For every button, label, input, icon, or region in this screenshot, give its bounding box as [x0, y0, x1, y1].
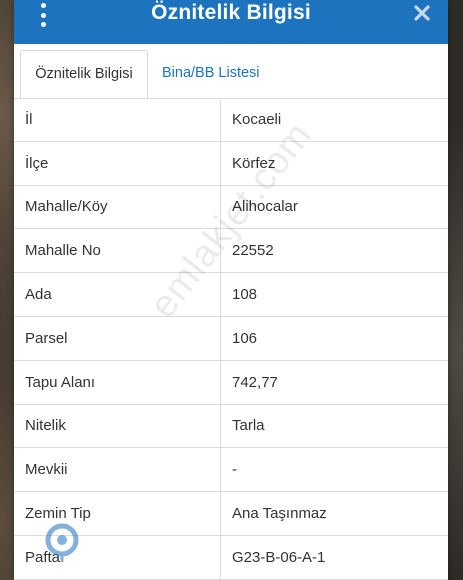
attribute-value: Ana Taşınmaz	[232, 505, 327, 523]
table-row: Mevkii -	[14, 448, 448, 493]
attribute-value: Kocaeli	[232, 111, 282, 129]
table-row: Mahalle No 22552	[14, 229, 448, 274]
tab-building-list[interactable]: Bina/BB Listesi	[162, 50, 260, 98]
attribute-info-dialog: Öznitelik Bilgisi Öznitelik Bilgisi Bina…	[14, 0, 448, 580]
attribute-key: Pafta	[14, 535, 221, 579]
attribute-value: -	[232, 461, 237, 479]
attribute-key: Mevkii	[14, 448, 221, 492]
attribute-key: İl	[14, 99, 221, 141]
attribute-key: Nitelik	[14, 404, 221, 448]
attribute-key: Mahalle/Köy	[14, 185, 221, 229]
attribute-table: İl Kocaeli İlçe Körfez Mahalle/Köy Aliho…	[14, 98, 448, 580]
attribute-key: Zemin Tip	[14, 492, 221, 535]
table-row: Nitelik Tarla	[14, 404, 448, 449]
close-icon[interactable]	[412, 3, 432, 23]
table-row: Ada 108	[14, 273, 448, 317]
table-row: Pafta G23-B-06-A-1	[14, 535, 448, 580]
attribute-value: Tarla	[232, 417, 265, 435]
table-row: Mahalle/Köy Alihocalar	[14, 185, 448, 230]
dialog-title: Öznitelik Bilgisi	[151, 1, 311, 24]
attribute-key: Ada	[14, 273, 221, 316]
attribute-value: 106	[232, 329, 258, 347]
attribute-value: 22552	[232, 242, 274, 260]
dialog-header: Öznitelik Bilgisi	[14, 0, 448, 44]
attribute-value: Alihocalar	[232, 198, 298, 216]
table-row: Zemin Tip Ana Taşınmaz	[14, 492, 448, 536]
attribute-value: Körfez	[232, 154, 276, 172]
tab-bar: Öznitelik Bilgisi Bina/BB Listesi	[14, 44, 448, 99]
attribute-value: G23-B-06-A-1	[232, 548, 326, 566]
attribute-key: Tapu Alanı	[14, 360, 221, 404]
attribute-key: Parsel	[14, 316, 221, 360]
attribute-key: Mahalle No	[14, 229, 221, 273]
tab-attribute-info[interactable]: Öznitelik Bilgisi	[20, 50, 148, 99]
table-row: İl Kocaeli	[14, 98, 448, 142]
table-row: Tapu Alanı 742,77	[14, 360, 448, 405]
table-row: İlçe Körfez	[14, 141, 448, 186]
attribute-value: 108	[232, 286, 258, 304]
attribute-value: 742,77	[232, 373, 278, 391]
table-row: Parsel 106	[14, 316, 448, 361]
attribute-key: İlçe	[14, 141, 221, 185]
